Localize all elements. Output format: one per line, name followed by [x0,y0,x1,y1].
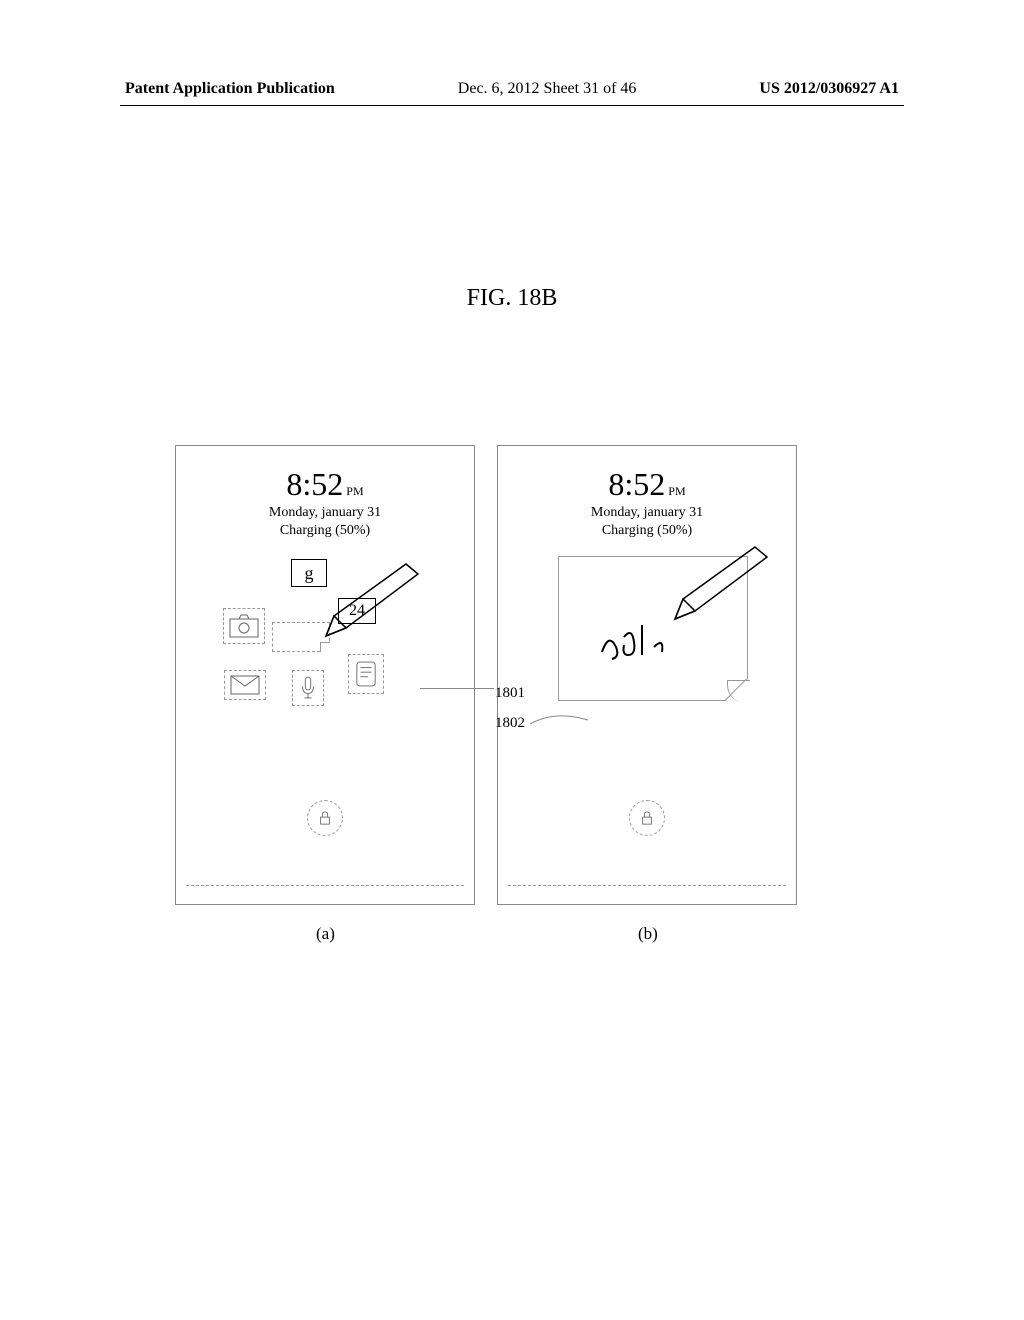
camera-icon [223,608,265,644]
header-divider [120,105,904,106]
header-left: Patent Application Publication [125,80,335,98]
page-header: Patent Application Publication Dec. 6, 2… [0,80,1024,98]
figure-label: FIG. 18B [0,285,1024,312]
phone-panel-a: 8:52PM Monday, january 31 Charging (50%)… [175,445,475,905]
twentyfour-label: 24 [349,602,365,620]
time-a: 8:52 [286,466,343,503]
header-center: Dec. 6, 2012 Sheet 31 of 46 [458,80,637,98]
lock-icon [318,810,332,826]
microphone-icon [292,670,324,706]
figure-panels: 8:52PM Monday, january 31 Charging (50%)… [175,445,797,905]
stylus-icon-b [655,539,775,629]
charging-a: Charging (50%) [176,523,474,539]
time-block-b: 8:52PM Monday, january 31 Charging (50%) [498,466,796,539]
ref-line-1801 [420,688,494,689]
bottom-bar-b [508,885,786,886]
document-icon [348,654,384,694]
calendar-24-widget: 24 [338,598,376,624]
ref-line-1802 [530,712,590,732]
time-suffix-a: PM [346,484,363,498]
date-a: Monday, january 31 [176,505,474,521]
time-block-a: 8:52PM Monday, january 31 Charging (50%) [176,466,474,539]
lock-button-b [498,800,796,836]
panel-label-a: (a) [316,924,335,944]
note-area-b [558,556,748,701]
lock-icon [640,810,654,826]
ref-1802: 1802 [495,715,525,732]
time-suffix-b: PM [668,484,685,498]
widget-area-a: g 24 [176,554,474,754]
bottom-bar-a [186,885,464,886]
time-b: 8:52 [608,466,665,503]
phone-panel-b: 8:52PM Monday, january 31 Charging (50%) [497,445,797,905]
charging-b: Charging (50%) [498,523,796,539]
date-b: Monday, january 31 [498,505,796,521]
sticky-note-a [272,622,330,652]
header-right: US 2012/0306927 A1 [759,80,899,98]
g-label: g [305,563,314,584]
g-widget: g [291,559,327,587]
ref-1801: 1801 [495,685,525,702]
mail-icon [224,670,266,700]
lock-button-a [176,800,474,836]
handwriting-icon [594,617,694,667]
panel-label-b: (b) [638,924,658,944]
